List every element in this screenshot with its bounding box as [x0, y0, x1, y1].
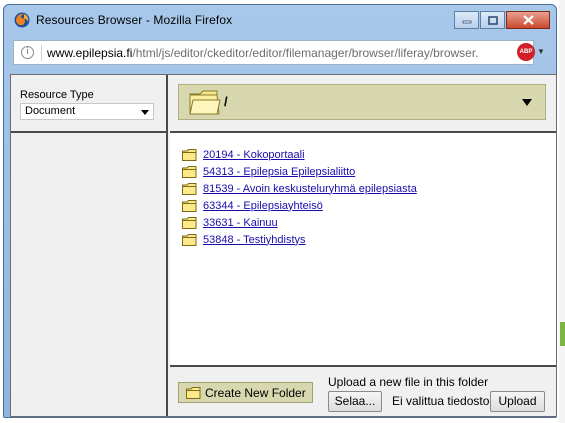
- list-item: 53848 - Testiyhdistys: [182, 231, 417, 248]
- close-icon: [522, 15, 534, 25]
- adblock-dropdown-icon[interactable]: ▼: [537, 47, 545, 56]
- upload-button[interactable]: Upload: [490, 391, 545, 412]
- left-divider: [11, 131, 166, 133]
- chevron-down-icon: [141, 110, 149, 115]
- upload-label: Upload a new file in this folder: [328, 375, 489, 389]
- close-button[interactable]: [506, 11, 550, 29]
- background-page-green-bar: [560, 322, 565, 346]
- browser-popup-window: Resources Browser - Mozilla Firefox i ww…: [3, 4, 557, 418]
- folder-link[interactable]: 63344 - Epilepsiayhteisö: [203, 200, 323, 212]
- background-page-edge: [559, 0, 565, 423]
- folder-icon: [182, 199, 197, 212]
- folder-list-area: 20194 - Kokoportaali 54313 - Epilepsia E…: [170, 133, 556, 365]
- url-domain: www.epilepsia.fi: [47, 46, 133, 60]
- folder-icon: [182, 216, 197, 229]
- folder-link[interactable]: 54313 - Epilepsia Epilepsialiitto: [203, 166, 355, 178]
- create-new-folder-button[interactable]: Create New Folder: [178, 382, 313, 403]
- chevron-down-icon[interactable]: [522, 99, 532, 106]
- window-title: Resources Browser - Mozilla Firefox: [36, 13, 233, 27]
- resources-browser-content: Resource Type Document / 20194 - Kokopor…: [10, 74, 557, 417]
- browse-button[interactable]: Selaa...: [328, 391, 382, 412]
- folder-link[interactable]: 81539 - Avoin keskusteluryhmä epilepsias…: [203, 183, 417, 195]
- current-folder-bar[interactable]: /: [178, 84, 546, 120]
- url-text: www.epilepsia.fi/html/js/editor/ckeditor…: [47, 46, 479, 60]
- folder-list: 20194 - Kokoportaali 54313 - Epilepsia E…: [182, 146, 417, 248]
- folder-link[interactable]: 20194 - Kokoportaali: [203, 149, 305, 161]
- resource-type-value: Document: [25, 105, 76, 117]
- maximize-button[interactable]: [480, 11, 505, 29]
- adblock-icon[interactable]: ABP: [517, 43, 535, 61]
- no-file-selected-text: Ei valittua tiedostoa.: [392, 394, 500, 408]
- folder-icon: [189, 90, 221, 115]
- firefox-icon: [14, 12, 30, 28]
- list-item: 63344 - Epilepsiayhteisö: [182, 197, 417, 214]
- folder-icon: [182, 182, 197, 195]
- folder-link[interactable]: 53848 - Testiyhdistys: [203, 234, 306, 246]
- folder-icon: [186, 386, 201, 399]
- title-bar[interactable]: Resources Browser - Mozilla Firefox: [4, 5, 556, 35]
- upload-footer: Create New Folder Upload a new file in t…: [170, 365, 556, 416]
- folder-icon: [182, 165, 197, 178]
- folder-icon: [182, 233, 197, 246]
- resource-type-label: Resource Type: [20, 89, 94, 101]
- window-controls: [454, 11, 550, 29]
- folder-link[interactable]: 33631 - Kainuu: [203, 217, 278, 229]
- folder-icon: [182, 148, 197, 161]
- maximize-icon: [487, 15, 498, 25]
- minimize-icon: [462, 20, 471, 24]
- minimize-button[interactable]: [454, 11, 479, 29]
- left-pane: Resource Type Document: [11, 75, 168, 416]
- list-item: 20194 - Kokoportaali: [182, 146, 417, 163]
- url-bar[interactable]: i www.epilepsia.fi/html/js/editor/ckedit…: [13, 40, 534, 65]
- list-item: 81539 - Avoin keskusteluryhmä epilepsias…: [182, 180, 417, 197]
- create-new-folder-label: Create New Folder: [205, 385, 306, 400]
- current-path: /: [224, 94, 228, 109]
- list-item: 54313 - Epilepsia Epilepsialiitto: [182, 163, 417, 180]
- list-item: 33631 - Kainuu: [182, 214, 417, 231]
- info-icon[interactable]: i: [21, 46, 34, 59]
- path-header: /: [170, 75, 556, 133]
- url-separator: [41, 45, 42, 61]
- url-path: /html/js/editor/ckeditor/editor/filemana…: [132, 46, 479, 60]
- resource-type-select[interactable]: Document: [20, 103, 154, 120]
